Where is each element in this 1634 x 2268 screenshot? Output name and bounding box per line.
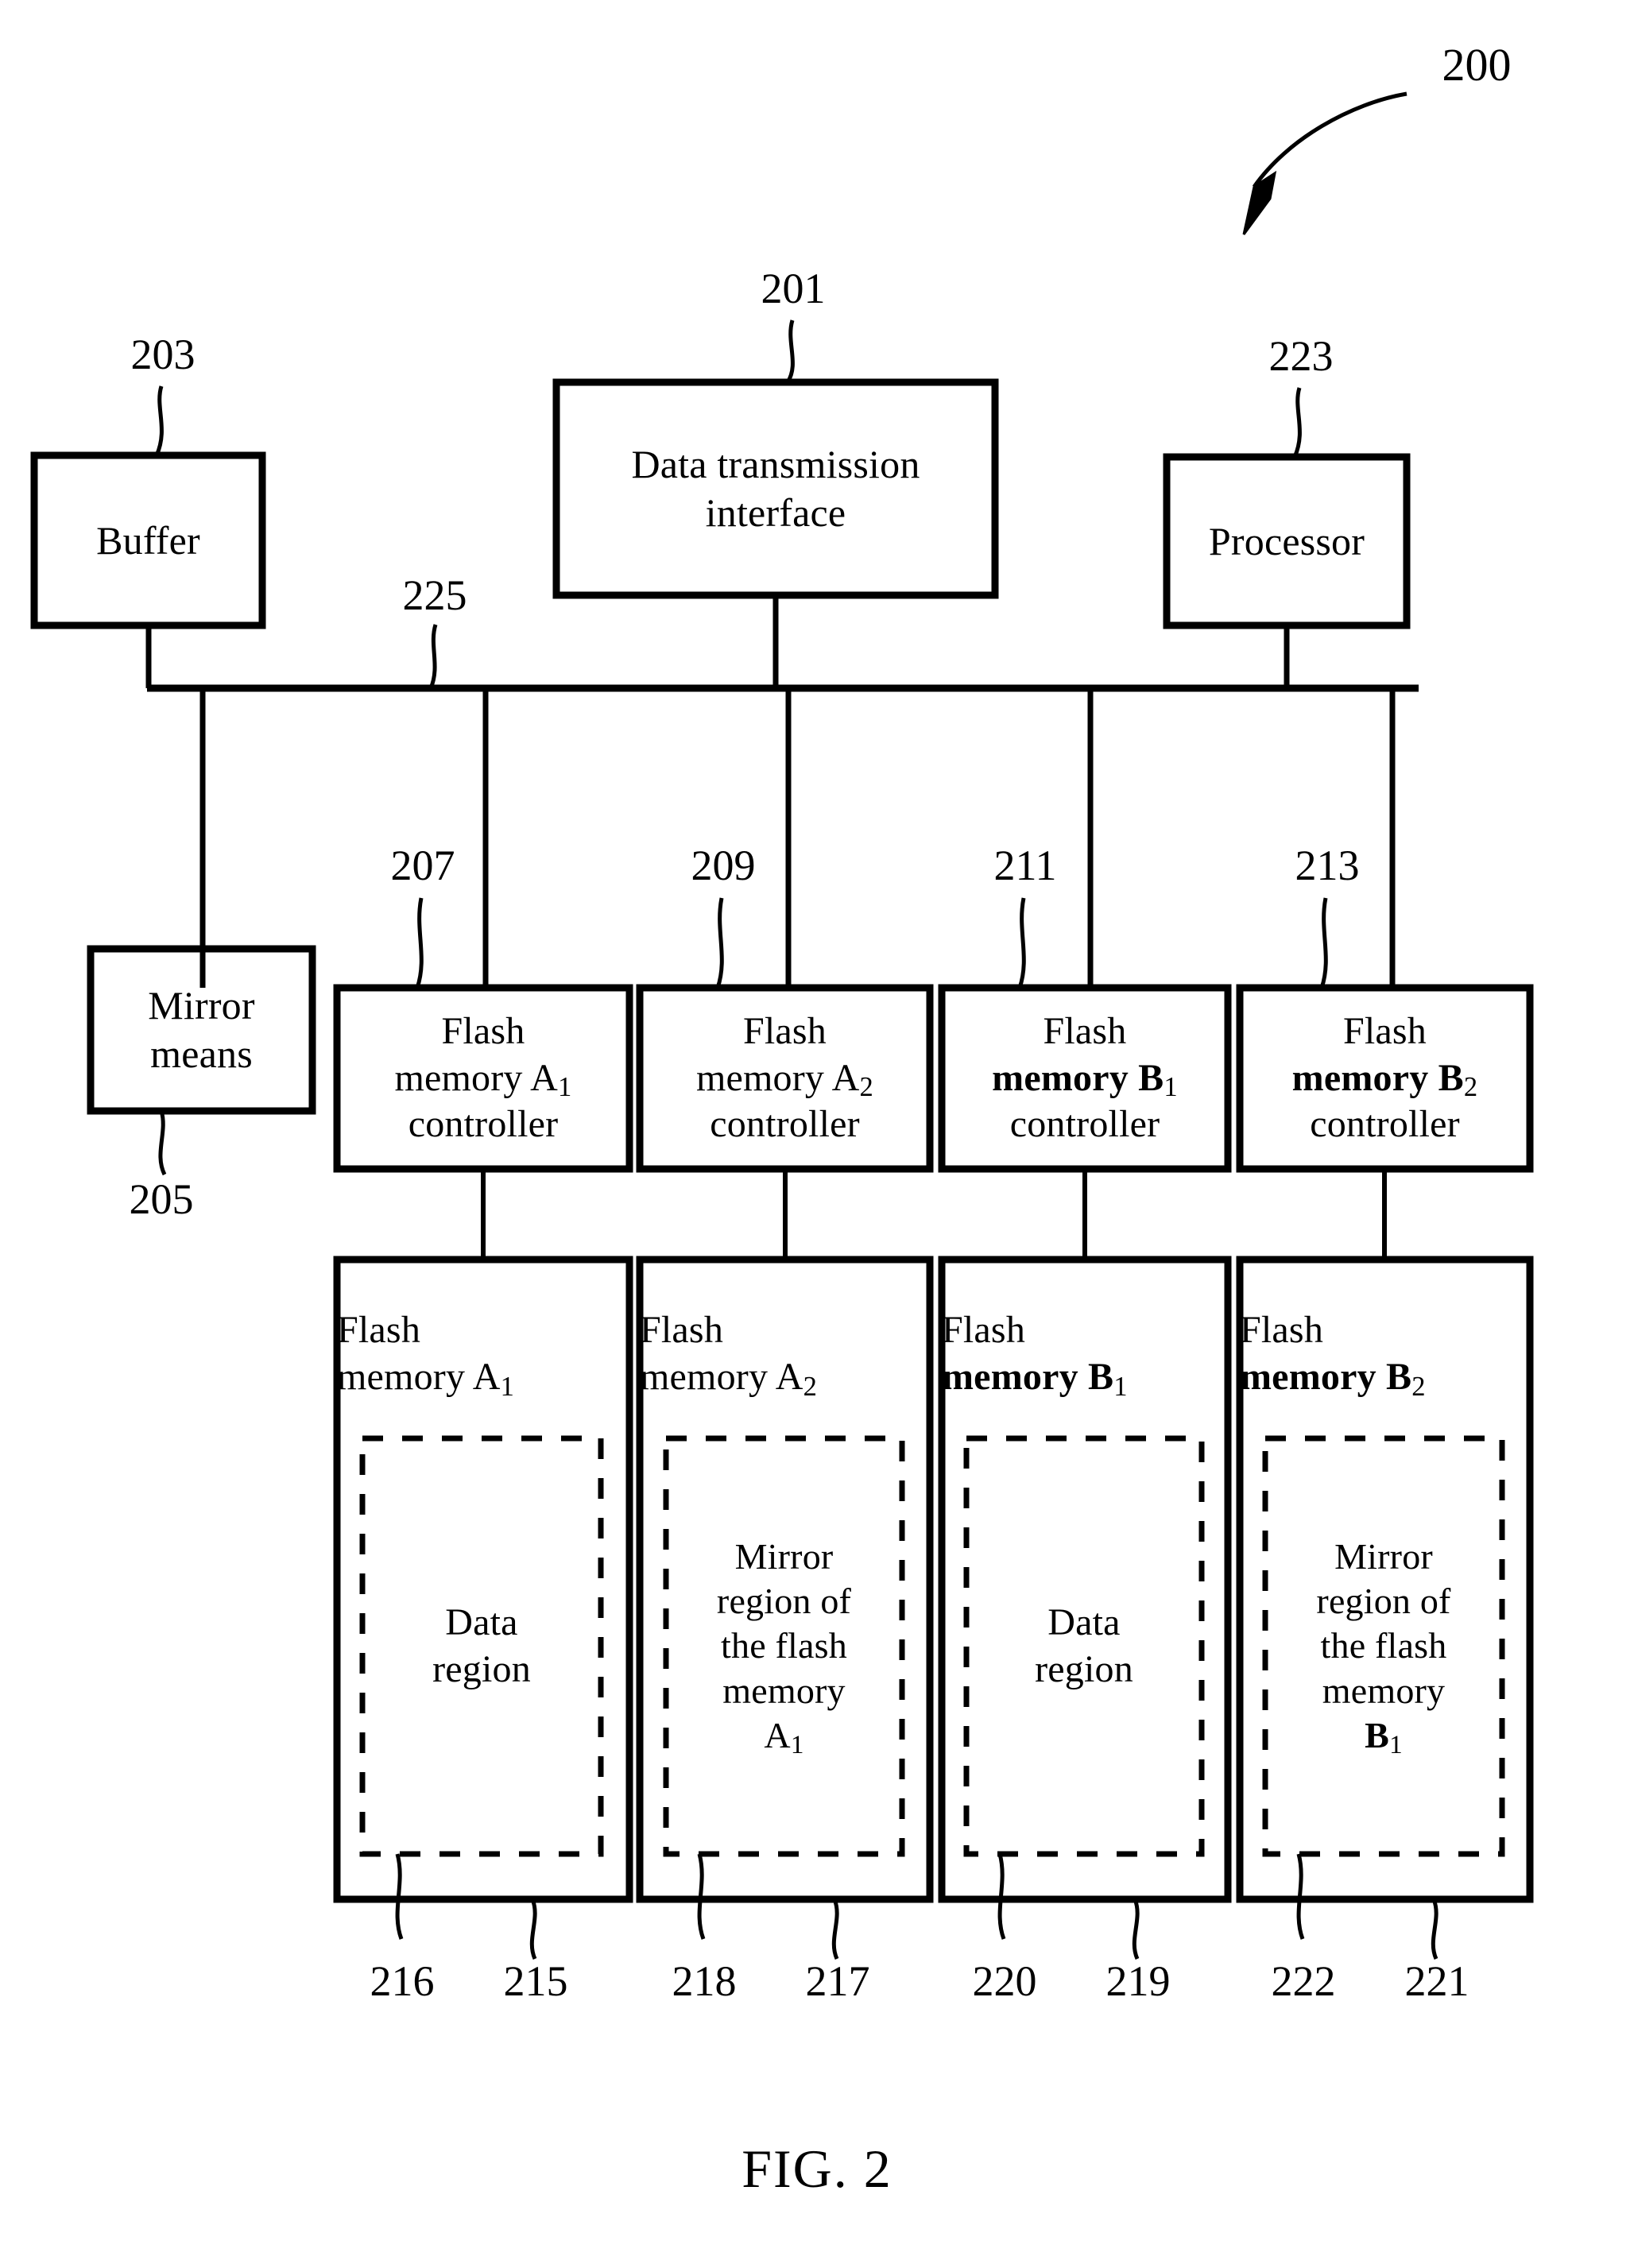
system-ref-arrow	[1242, 91, 1407, 235]
ref-225: 225	[402, 571, 467, 619]
ref-213-leader	[1319, 897, 1328, 989]
ref-213: 213	[1295, 842, 1360, 889]
ref-222: 222	[1271, 1957, 1336, 2005]
flash-memory-a1-box	[333, 1256, 633, 1903]
flash-memory-a2-controller-box	[636, 984, 934, 1173]
ref-201: 201	[761, 265, 826, 312]
ref-205-leader	[158, 1110, 167, 1176]
ref-207-leader	[415, 897, 424, 989]
ref-215-leader	[529, 1898, 537, 1960]
ref-218: 218	[672, 1957, 737, 2005]
flash-memory-b2-box	[1236, 1256, 1534, 1903]
figure-lines-and-boxes	[30, 91, 1534, 1960]
buffer-box	[30, 451, 266, 629]
ref-203-leader	[154, 385, 164, 457]
flash-memory-b2-controller-box	[1236, 984, 1534, 1173]
flash-memory-a2-box	[636, 1256, 934, 1903]
flash-memory-a1-controller-box	[333, 984, 633, 1173]
ref-207: 207	[390, 842, 455, 889]
ref-200: 200	[1442, 39, 1512, 91]
ref-217-leader	[831, 1898, 839, 1960]
ref-221: 221	[1404, 1957, 1469, 2005]
mirror-region-a2-dashed-box	[663, 1435, 905, 1857]
ref-209: 209	[691, 842, 756, 889]
ref-211-leader	[1017, 897, 1026, 989]
ref-220: 220	[972, 1957, 1037, 2005]
system-bus	[145, 595, 1419, 692]
ref-215: 215	[503, 1957, 568, 2005]
flash-memory-b1-box	[938, 1256, 1232, 1903]
data-transmission-interface-box	[552, 378, 999, 599]
ref-219: 219	[1105, 1957, 1171, 2005]
ref-217: 217	[805, 1957, 870, 2005]
flash-memory-b1-controller-box	[938, 984, 1232, 1173]
mirror-region-b2-dashed-box	[1262, 1435, 1505, 1857]
ref-203: 203	[130, 331, 196, 378]
data-region-a1-dashed-box	[359, 1435, 604, 1857]
ref-201-leader	[785, 319, 795, 384]
processor-box	[1163, 453, 1411, 629]
figure-caption: FIG. 2	[741, 2138, 893, 2199]
ref-209-leader	[715, 897, 724, 989]
ref-223-leader	[1292, 387, 1302, 459]
data-region-b1-dashed-box	[963, 1435, 1205, 1857]
ref-205: 205	[129, 1175, 194, 1223]
bus-ref-leader	[428, 624, 438, 689]
ref-216: 216	[370, 1957, 435, 2005]
ref-223: 223	[1268, 332, 1334, 380]
ref-211: 211	[993, 842, 1057, 889]
ref-221-leader	[1431, 1898, 1438, 1960]
patent-figure-page: 200 203 201 223 225 205 207 209 211 213 …	[0, 0, 1634, 2268]
ref-219-leader	[1132, 1898, 1140, 1960]
